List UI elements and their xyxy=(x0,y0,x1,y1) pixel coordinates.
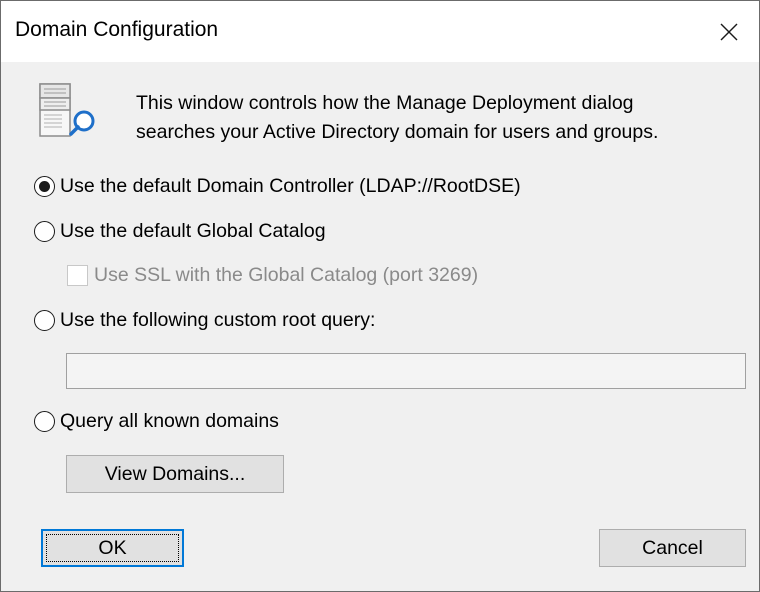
option-ssl-global-catalog-label: Use SSL with the Global Catalog (port 32… xyxy=(94,264,479,286)
view-domains-button-label: View Domains... xyxy=(104,462,246,485)
option-query-all-domains[interactable]: Query all known domains xyxy=(34,410,279,433)
radio-query-all-domains[interactable] xyxy=(34,411,55,432)
dialog-description: This window controls how the Manage Depl… xyxy=(136,89,736,147)
option-default-domain-controller-label: Use the default Domain Controller (LDAP:… xyxy=(60,175,521,197)
checkbox-ssl-global-catalog[interactable] xyxy=(67,265,88,286)
option-default-global-catalog[interactable]: Use the default Global Catalog xyxy=(34,220,326,243)
server-search-icon xyxy=(37,83,99,139)
description-line-1: This window controls how the Manage Depl… xyxy=(136,92,634,114)
option-default-domain-controller[interactable]: Use the default Domain Controller (LDAP:… xyxy=(34,175,521,198)
option-custom-root-query-label: Use the following custom root query: xyxy=(60,309,376,331)
option-custom-root-query[interactable]: Use the following custom root query: xyxy=(34,309,375,332)
close-button[interactable] xyxy=(699,1,759,62)
close-icon xyxy=(720,23,738,40)
option-ssl-global-catalog[interactable]: Use SSL with the Global Catalog (port 32… xyxy=(67,264,478,287)
option-query-all-domains-label: Query all known domains xyxy=(60,410,279,432)
ok-button-label: OK xyxy=(98,536,127,559)
radio-default-domain-controller[interactable] xyxy=(34,176,55,197)
description-line-2: searches your Active Directory domain fo… xyxy=(136,121,659,143)
radio-custom-root-query[interactable] xyxy=(34,310,55,331)
window-title: Domain Configuration xyxy=(15,18,219,41)
domain-configuration-dialog: Domain Configuration This window control… xyxy=(0,0,760,592)
cancel-button[interactable]: Cancel xyxy=(599,529,746,567)
view-domains-button[interactable]: View Domains... xyxy=(66,455,284,493)
ok-button[interactable]: OK xyxy=(41,529,184,567)
radio-default-global-catalog[interactable] xyxy=(34,221,55,242)
cancel-button-label: Cancel xyxy=(642,536,703,559)
title-bar: Domain Configuration xyxy=(1,1,759,62)
option-default-global-catalog-label: Use the default Global Catalog xyxy=(60,220,326,242)
custom-root-query-input[interactable] xyxy=(66,353,746,389)
